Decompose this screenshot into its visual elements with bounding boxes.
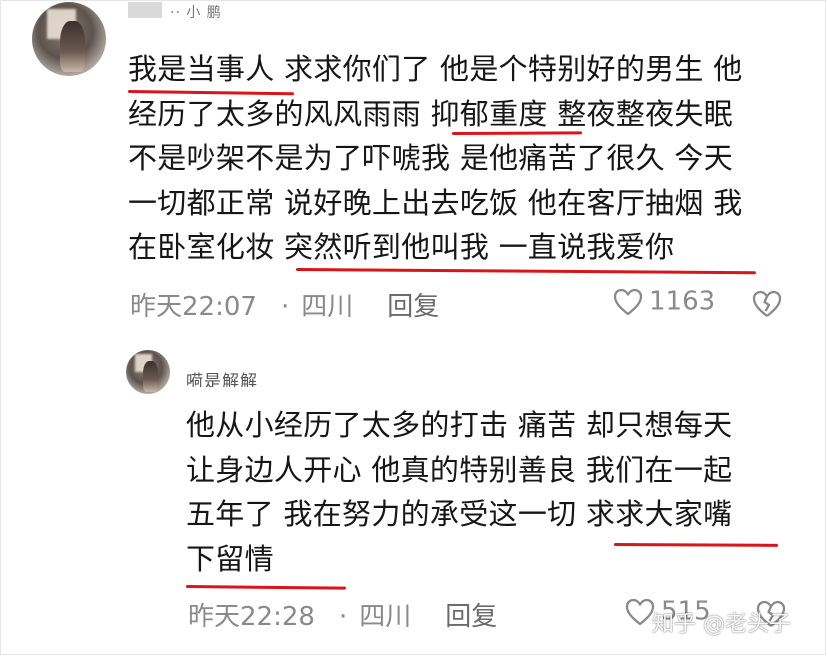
username-blurred[interactable]: ·· 小 鹏 [128,2,240,18]
comment-line: 让身边人开心 他真的特别善良 我们在一起 [186,452,733,487]
comment-meta: 昨天22:07 · 四川 回复 [130,286,451,323]
username-text: 嗬是解解 [186,372,258,387]
comment-line: 五年了 我在努力的承受这一切 求求大家嘴 [186,497,733,531]
username-text: ·· 小 鹏 [170,5,222,18]
comment-line: 他从小经历了太多的打击 痛苦 却只想每天 [186,408,733,442]
avatar[interactable] [32,2,106,76]
heart-icon [613,288,643,315]
comment-location: 四川 [301,292,354,322]
comment-body: 他从小经历了太多的打击 痛苦 却只想每天 让身边人开心 他真的特别善良 我们在一… [186,403,732,581]
meta-separator: · [280,292,290,322]
comment-line: 我是当事人 求求你们了 他是个特别好的男生 他 [128,52,743,86]
comment-line: 不是吵架不是为了吓唬我 是他痛苦了很久 今天 [128,141,734,175]
watermark: 知乎 @老头子 [652,612,791,637]
comment-location: 四川 [359,602,412,632]
comment-line: 经历了太多的风风雨雨 抑郁重度 整夜整夜失眠 [128,96,734,131]
comment-body: 我是当事人 求求你们了 他是个特别好的男生 他 经历了太多的风风雨雨 抑郁重度 … [128,47,743,270]
username-blurred[interactable]: 嗬是解解 [186,367,306,387]
comment-time: 昨天22:28 [188,602,315,632]
reply-button[interactable]: 回复 [387,292,439,322]
broken-heart-icon[interactable] [752,290,782,318]
comment-line: 在卧室化妆 突然听到他叫我 一直说我爱你 [128,230,675,264]
comment-meta: 昨天22:28 · 四川 回复 [188,596,509,633]
comment-line: 一切都正常 说好晚上出去吃饭 他在客厅抽烟 我 [128,185,743,220]
avatar[interactable] [126,350,170,394]
like-count: 1163 [649,286,716,317]
heart-icon [625,598,655,625]
comment-time: 昨天22:07 [130,292,257,322]
meta-separator: · [338,602,348,632]
reply-button[interactable]: 回复 [445,602,497,632]
like-button[interactable]: 1163 [613,286,715,317]
